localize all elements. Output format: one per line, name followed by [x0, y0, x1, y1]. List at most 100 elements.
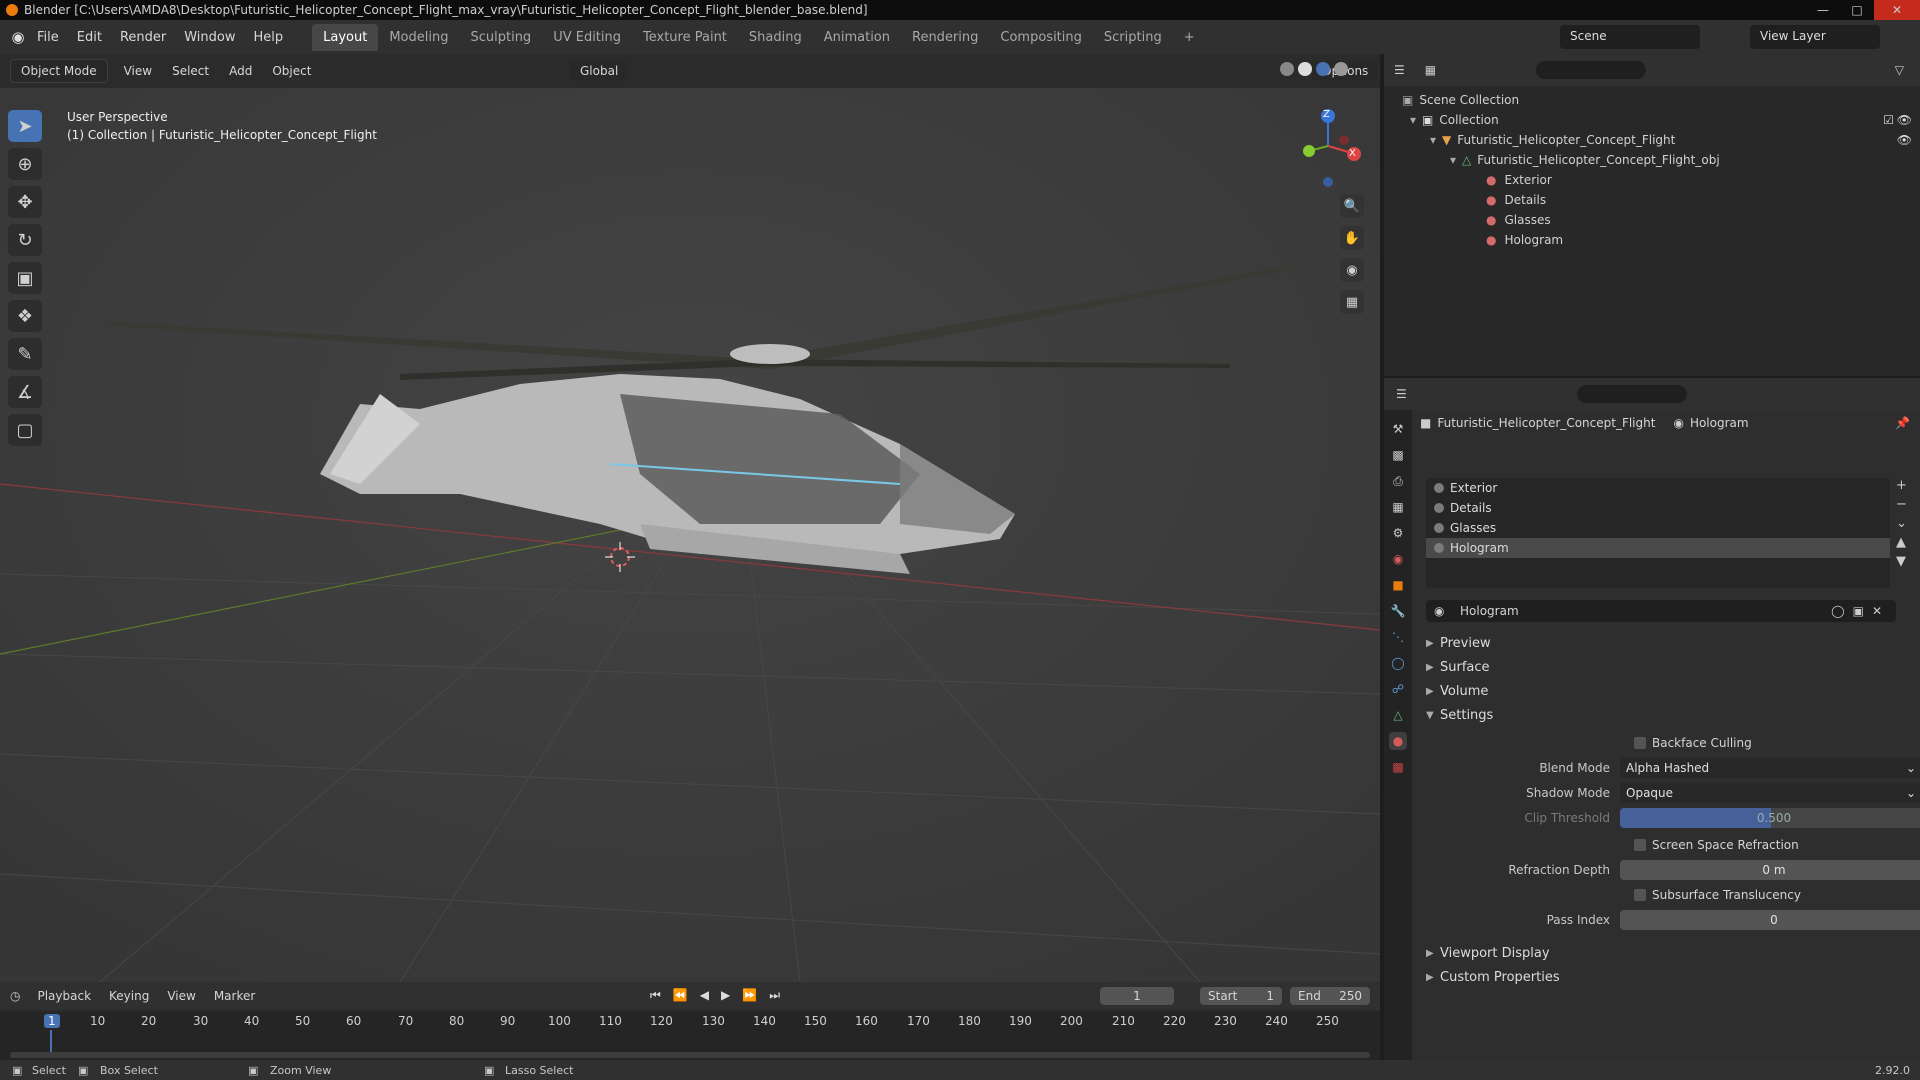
world-properties-icon[interactable]: ◉: [1389, 550, 1407, 568]
rotate-tool-icon[interactable]: ↻: [8, 224, 42, 256]
select-box-tool-icon[interactable]: ➤: [8, 110, 42, 142]
section-viewport-display[interactable]: ▶ Viewport Display: [1426, 946, 1550, 961]
menu-file[interactable]: File: [28, 30, 68, 45]
section-settings[interactable]: ▼ Settings: [1426, 708, 1493, 723]
3d-viewport[interactable]: Z X Y 🔍 ✋ ◉ ▦: [0, 54, 1380, 982]
prev-keyframe-icon[interactable]: ⏪: [673, 988, 688, 1003]
section-preview[interactable]: ▶ Preview: [1426, 636, 1491, 651]
material-slot-hologram[interactable]: Hologram: [1426, 538, 1890, 558]
mesh-expand-icon[interactable]: ▾: [1450, 153, 1456, 167]
tab-layout[interactable]: Layout: [312, 23, 379, 51]
add-cube-tool-icon[interactable]: ▢: [8, 414, 42, 446]
outliner-search-input[interactable]: [1536, 61, 1647, 79]
timeline-menu-playback[interactable]: Playback: [28, 989, 100, 1003]
outliner-mesh[interactable]: ▾ △ Futuristic_Helicopter_Concept_Flight…: [1402, 150, 1920, 170]
add-workspace-icon[interactable]: +: [1173, 24, 1206, 51]
material-slot-details[interactable]: Details: [1426, 498, 1890, 518]
output-properties-icon[interactable]: ⎙: [1389, 472, 1407, 490]
add-slot-button[interactable]: +: [1896, 478, 1907, 493]
physics-properties-icon[interactable]: ◯: [1389, 654, 1407, 672]
grid-view-icon[interactable]: ▦: [1340, 290, 1364, 314]
section-volume[interactable]: ▶ Volume: [1426, 684, 1488, 699]
wireframe-shading-icon[interactable]: [1280, 62, 1294, 76]
rendered-shading-icon[interactable]: [1334, 62, 1348, 76]
outliner-collection[interactable]: ▾ ▣ Collection ☑ 👁: [1402, 110, 1920, 130]
material-shading-icon[interactable]: [1316, 62, 1330, 76]
visibility-eye-icon[interactable]: 👁: [1897, 113, 1912, 127]
filter-icon[interactable]: ▽: [1895, 63, 1904, 77]
measure-tool-icon[interactable]: ∡: [8, 376, 42, 408]
tab-compositing[interactable]: Compositing: [989, 24, 1093, 51]
menu-render[interactable]: Render: [111, 30, 175, 45]
play-reverse-icon[interactable]: ◀: [700, 988, 709, 1003]
viewport-menu-object[interactable]: Object: [262, 64, 321, 78]
backface-culling-checkbox[interactable]: Backface Culling: [1634, 736, 1752, 750]
object-data-properties-icon[interactable]: △: [1389, 706, 1407, 724]
material-browse-icon[interactable]: ◉: [1434, 604, 1444, 618]
timeline-menu-keying[interactable]: Keying: [100, 989, 158, 1003]
annotate-tool-icon[interactable]: ✎: [8, 338, 42, 370]
object-properties-icon[interactable]: ■: [1389, 576, 1407, 594]
cursor-tool-icon[interactable]: ⊕: [8, 148, 42, 180]
maximize-button[interactable]: □: [1840, 0, 1874, 20]
slot-specials-chevron-down-icon[interactable]: ⌄: [1896, 516, 1907, 531]
viewport-menu-view[interactable]: View: [114, 64, 162, 78]
tab-uv-editing[interactable]: UV Editing: [542, 24, 632, 51]
texture-properties-icon[interactable]: ▩: [1389, 758, 1407, 776]
timeline-menu-view[interactable]: View: [158, 989, 204, 1003]
section-surface[interactable]: ▶ Surface: [1426, 660, 1490, 675]
tab-animation[interactable]: Animation: [813, 24, 901, 51]
start-frame-field[interactable]: Start 1: [1200, 987, 1282, 1005]
section-custom-properties[interactable]: ▶ Custom Properties: [1426, 970, 1560, 985]
solid-shading-icon[interactable]: [1298, 62, 1312, 76]
tool-properties-icon[interactable]: ⚒: [1389, 420, 1407, 438]
clip-threshold-slider[interactable]: 0.500: [1620, 808, 1920, 828]
timeline-editor-type-icon[interactable]: ◷: [10, 989, 20, 1003]
object-visibility-eye-icon[interactable]: 👁: [1897, 133, 1912, 147]
outliner-material-details[interactable]: ● Details: [1402, 190, 1920, 210]
object-expand-icon[interactable]: ▾: [1430, 133, 1436, 147]
subsurface-translucency-checkbox[interactable]: Subsurface Translucency: [1634, 888, 1801, 902]
particles-properties-icon[interactable]: ⋱: [1389, 628, 1407, 646]
move-slot-up-icon[interactable]: ▲: [1896, 535, 1907, 550]
timeline-scrollbar[interactable]: [10, 1052, 1370, 1058]
camera-icon[interactable]: ◉: [1340, 258, 1364, 282]
transform-orientation-dropdown[interactable]: Global: [570, 61, 629, 81]
screen-space-refraction-checkbox[interactable]: Screen Space Refraction: [1634, 838, 1799, 852]
timeline-menu-marker[interactable]: Marker: [205, 989, 264, 1003]
material-properties-icon[interactable]: ●: [1389, 732, 1407, 750]
outliner-material-hologram[interactable]: ● Hologram: [1402, 230, 1920, 250]
pass-index-field[interactable]: 0: [1620, 910, 1920, 930]
play-icon[interactable]: ▶: [721, 988, 730, 1003]
move-tool-icon[interactable]: ✥: [8, 186, 42, 218]
move-slot-down-icon[interactable]: ▼: [1896, 554, 1907, 569]
modifier-properties-icon[interactable]: 🔧: [1389, 602, 1407, 620]
transform-tool-icon[interactable]: ❖: [8, 300, 42, 332]
scene-selector[interactable]: Scene: [1560, 25, 1700, 49]
object-mode-dropdown[interactable]: Object Mode: [10, 59, 108, 83]
tab-sculpting[interactable]: Sculpting: [459, 24, 542, 51]
constraints-properties-icon[interactable]: ☍: [1389, 680, 1407, 698]
blend-mode-dropdown[interactable]: Alpha Hashed ⌄: [1620, 758, 1920, 778]
tab-modeling[interactable]: Modeling: [378, 24, 459, 51]
properties-editor-type-icon[interactable]: ☰: [1396, 387, 1407, 401]
menu-edit[interactable]: Edit: [68, 30, 111, 45]
checkbox-icon[interactable]: ☑: [1883, 113, 1894, 127]
viewport-menu-add[interactable]: Add: [219, 64, 262, 78]
material-datablock-icons[interactable]: ◯▣✕: [1831, 604, 1890, 618]
tab-shading[interactable]: Shading: [738, 24, 813, 51]
blender-menu-icon[interactable]: ◉: [8, 27, 28, 47]
view-layer-selector[interactable]: View Layer: [1750, 25, 1880, 49]
material-slot-glasses[interactable]: Glasses: [1426, 518, 1890, 538]
material-datablock-selector[interactable]: ◉ Hologram ◯▣✕: [1426, 600, 1896, 622]
pin-icon[interactable]: 📌: [1895, 416, 1910, 430]
minimize-button[interactable]: —: [1806, 0, 1840, 20]
tab-scripting[interactable]: Scripting: [1093, 24, 1173, 51]
jump-start-icon[interactable]: ⏮: [650, 988, 661, 1003]
outliner-object[interactable]: ▾ ▼ Futuristic_Helicopter_Concept_Flight…: [1402, 130, 1920, 150]
viewport-menu-select[interactable]: Select: [162, 64, 219, 78]
jump-end-icon[interactable]: ⏭: [769, 988, 780, 1003]
outliner-scene-collection[interactable]: ▣ Scene Collection: [1402, 90, 1920, 110]
scene-properties-icon[interactable]: ⚙: [1389, 524, 1407, 542]
current-frame-field[interactable]: 1: [1100, 987, 1174, 1005]
